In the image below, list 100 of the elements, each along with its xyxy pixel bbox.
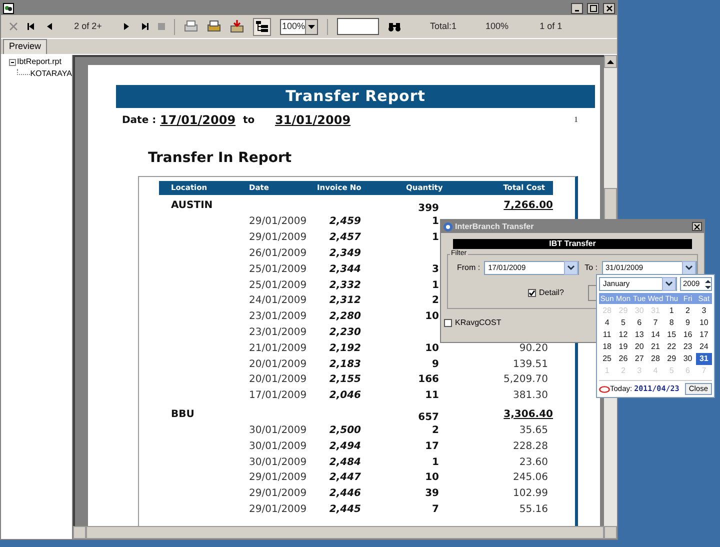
report-title: Transfer Report bbox=[286, 86, 426, 108]
date-cell-text: 29/01/2009 bbox=[249, 502, 308, 517]
calendar-day[interactable]: 23 bbox=[680, 341, 696, 353]
dropdown-icon[interactable] bbox=[662, 277, 676, 291]
invoice-cell-text: 2,447 bbox=[328, 471, 361, 486]
date-cell-text: 23/01/2009 bbox=[249, 310, 308, 324]
calendar-day[interactable]: 11 bbox=[599, 329, 616, 341]
app-icon bbox=[3, 2, 14, 14]
printer-setup-icon[interactable] bbox=[207, 20, 221, 33]
cost-cell-text: 5,209.70 bbox=[502, 373, 549, 388]
cost-total-cell-text: 3,306.40 bbox=[504, 408, 553, 422]
invoice-cell-text: 2,446 bbox=[328, 487, 361, 502]
collapse-toggle[interactable] bbox=[9, 58, 16, 66]
detail-checkbox[interactable] bbox=[528, 289, 536, 297]
calendar-day[interactable]: 31 bbox=[696, 353, 712, 365]
calendar-day[interactable]: 22 bbox=[664, 341, 680, 353]
dropdown-icon bbox=[308, 24, 315, 28]
cost-cell-text: 23.60 bbox=[518, 456, 549, 470]
total-label: Total:1 bbox=[430, 20, 457, 33]
calendar-day[interactable]: 9 bbox=[680, 317, 696, 329]
export-icon[interactable] bbox=[230, 20, 244, 33]
calendar-day[interactable]: 1 bbox=[664, 305, 680, 317]
quantity-cell-text: 2 bbox=[431, 424, 439, 438]
calendar-day[interactable]: 18 bbox=[599, 341, 616, 353]
calendar-day[interactable]: 19 bbox=[615, 341, 632, 353]
quantity-cell-text: 9 bbox=[431, 358, 439, 372]
cost-cell-text: 35.65 bbox=[518, 424, 549, 438]
calendar-day[interactable]: 26 bbox=[615, 353, 632, 365]
page-indicator: 2 of 2+ bbox=[73, 20, 103, 33]
calendar-day[interactable]: 17 bbox=[696, 329, 712, 341]
date-to: 31/01/2009 bbox=[275, 112, 351, 129]
calendar-day[interactable]: 6 bbox=[631, 317, 648, 329]
quantity-cell-text: 39 bbox=[424, 487, 439, 502]
invoice-cell-text: 2,183 bbox=[328, 358, 361, 372]
dialog-header: IBT Transfer bbox=[549, 238, 596, 250]
calendar-day[interactable]: 21 bbox=[647, 341, 664, 353]
preview-tab[interactable]: Preview bbox=[3, 39, 48, 54]
kravgcost-checkbox[interactable] bbox=[444, 319, 452, 327]
cost-cell-text: 90.20 bbox=[518, 342, 549, 356]
calendar-day[interactable]: 2 bbox=[680, 305, 696, 317]
cost-cell-text: 139.51 bbox=[512, 358, 549, 372]
date-cell-text: 20/01/2009 bbox=[249, 358, 308, 372]
quantity-cell-text: 7 bbox=[431, 502, 439, 517]
date-cell-text: 20/01/2009 bbox=[249, 373, 308, 388]
search-field[interactable] bbox=[337, 18, 379, 35]
quantity-cell-text: 10 bbox=[424, 471, 439, 486]
calendar-day[interactable]: 13 bbox=[631, 329, 648, 341]
calendar-day[interactable]: 14 bbox=[647, 329, 664, 341]
calendar-day[interactable]: 3 bbox=[696, 305, 712, 317]
detail-label: Detail? bbox=[539, 287, 564, 299]
calendar-day[interactable]: 10 bbox=[696, 317, 712, 329]
calendar-day[interactable]: 24 bbox=[696, 341, 712, 353]
calendar-day[interactable]: 7 bbox=[647, 317, 664, 329]
location-cell-text: AUSTIN bbox=[170, 199, 214, 213]
scroll-up-button[interactable] bbox=[604, 55, 617, 68]
calendar-day[interactable]: 28 bbox=[647, 353, 664, 365]
calendar-day[interactable]: 5 bbox=[615, 317, 632, 329]
last-page-icon[interactable] bbox=[140, 22, 149, 31]
calendar-day[interactable]: 29 bbox=[664, 353, 680, 365]
quantity-cell-text: 1 bbox=[431, 215, 439, 230]
dropdown-icon[interactable] bbox=[564, 261, 578, 275]
binoculars-icon[interactable] bbox=[388, 22, 401, 32]
calendar-day[interactable]: 27 bbox=[631, 353, 648, 365]
calendar-day[interactable]: 30 bbox=[680, 353, 696, 365]
calendar-day[interactable]: 12 bbox=[615, 329, 632, 341]
app-icon bbox=[443, 222, 453, 232]
page-number: 1 bbox=[574, 114, 578, 126]
cost-cell-text: 245.06 bbox=[512, 471, 549, 486]
scroll-up-icon bbox=[607, 60, 614, 64]
date-from: 17/01/2009 bbox=[160, 112, 237, 129]
calendar-day[interactable]: 20 bbox=[631, 341, 648, 353]
quantity-total-cell-text: 399 bbox=[417, 202, 439, 216]
tree-item[interactable]: KOTARAYA bbox=[30, 68, 72, 80]
close-icon bbox=[606, 4, 612, 12]
date-cell-text: 29/01/2009 bbox=[249, 215, 308, 230]
invoice-cell-text: 2,494 bbox=[328, 440, 361, 454]
group-tree-toggle[interactable] bbox=[253, 18, 271, 36]
invoice-cell-text: 2,349 bbox=[328, 246, 361, 261]
close-button[interactable] bbox=[603, 2, 615, 14]
calendar-day[interactable]: 8 bbox=[664, 317, 680, 329]
date-cell-text: 25/01/2009 bbox=[249, 262, 308, 277]
calendar-day[interactable]: 16 bbox=[680, 329, 696, 341]
date-label: Date : bbox=[122, 114, 158, 128]
minimize-button[interactable] bbox=[571, 2, 583, 14]
next-page-icon[interactable] bbox=[122, 22, 131, 31]
calendar-day[interactable]: 15 bbox=[664, 329, 680, 341]
close-button[interactable] bbox=[692, 222, 702, 231]
dropdown-icon[interactable] bbox=[682, 261, 696, 275]
first-page-icon[interactable] bbox=[27, 22, 36, 31]
zoom-select[interactable]: 100% bbox=[280, 18, 318, 34]
quantity-cell-text: 17 bbox=[424, 440, 439, 454]
print-icon[interactable] bbox=[184, 20, 198, 33]
calendar-day[interactable]: 25 bbox=[599, 353, 616, 365]
tree-item[interactable]: IbtReport.rpt bbox=[17, 56, 62, 68]
cost-cell-text: 102.99 bbox=[512, 487, 549, 502]
previous-page-icon[interactable] bbox=[45, 22, 54, 31]
quantity-cell-text: 3 bbox=[431, 262, 439, 277]
maximize-button[interactable] bbox=[587, 2, 599, 14]
quantity-cell-text: 10 bbox=[424, 342, 439, 356]
calendar-day[interactable]: 4 bbox=[599, 317, 616, 329]
